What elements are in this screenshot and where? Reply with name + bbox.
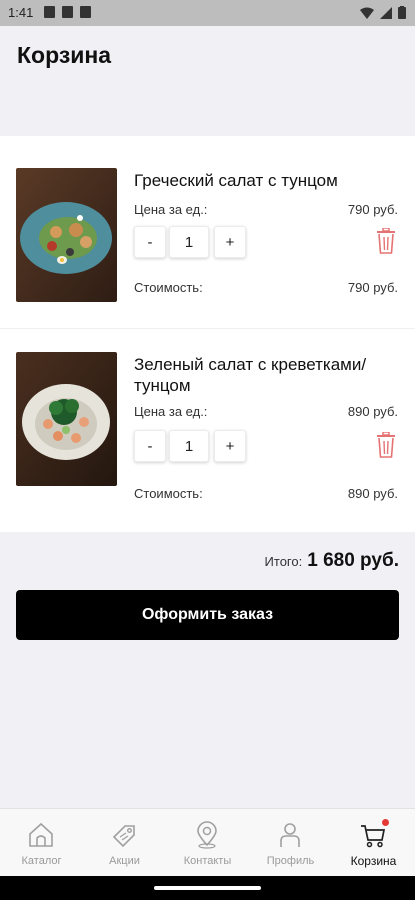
- status-bar: 1:41: [0, 0, 415, 26]
- location-pin-icon: [197, 821, 217, 849]
- cost-value: 890 руб.: [347, 486, 398, 501]
- tag-icon: [112, 825, 135, 848]
- delete-item-icon[interactable]: [376, 432, 396, 458]
- product-name[interactable]: Зеленый салат с креветками/тунцом: [134, 354, 404, 396]
- decrease-quantity-button[interactable]: -: [134, 226, 166, 258]
- signal-icon: [380, 6, 392, 19]
- unit-price-label: Цена за ед.:: [134, 202, 208, 217]
- quantity-value: 1: [169, 430, 209, 462]
- item-divider: [0, 328, 415, 329]
- cost-label: Стоимость:: [134, 486, 203, 501]
- system-navigation-bar: [0, 876, 415, 900]
- tab-promotions[interactable]: Акции: [83, 809, 166, 877]
- wifi-icon: [360, 7, 374, 19]
- system-icons: [360, 6, 406, 19]
- battery-icon: [398, 6, 406, 19]
- tab-label: Корзина: [350, 854, 397, 868]
- product-photo[interactable]: [16, 168, 117, 302]
- delete-item-icon[interactable]: [376, 228, 396, 254]
- bottom-tab-bar: Каталог Акции Контакты Профиль Корзина: [0, 808, 415, 877]
- product-photo[interactable]: [16, 352, 117, 486]
- page-title: Корзина: [17, 42, 112, 68]
- tab-catalog[interactable]: Каталог: [0, 809, 83, 877]
- increase-quantity-button[interactable]: +: [214, 226, 246, 258]
- quantity-value: 1: [169, 226, 209, 258]
- notification-icon: [44, 6, 55, 18]
- tab-contacts[interactable]: Контакты: [166, 809, 249, 877]
- cart-item: Греческий салат с тунцом Цена за ед.: 79…: [0, 168, 415, 328]
- notification-icons: [44, 6, 91, 18]
- cost-label: Стоимость:: [134, 280, 203, 295]
- unit-price-value: 790 руб.: [347, 202, 398, 217]
- user-icon: [280, 823, 300, 847]
- home-gesture-handle[interactable]: [154, 886, 261, 890]
- decrease-quantity-button[interactable]: -: [134, 430, 166, 462]
- total-label: Итого:: [264, 554, 303, 569]
- tab-cart[interactable]: Корзина: [332, 809, 415, 877]
- cart-item: Зеленый салат с креветками/тунцом Цена з…: [0, 352, 415, 512]
- notification-icon: [62, 6, 73, 18]
- total-value: 1 680 руб.: [307, 550, 399, 571]
- tab-profile[interactable]: Профиль: [249, 809, 332, 877]
- tab-label: Контакты: [183, 855, 232, 867]
- tab-label: Акции: [109, 855, 140, 867]
- home-icon: [29, 822, 53, 847]
- cart-badge: [382, 819, 389, 826]
- tab-label: Профиль: [266, 855, 315, 867]
- cost-value: 790 руб.: [347, 280, 398, 295]
- status-time: 1:41: [8, 5, 34, 20]
- checkout-button[interactable]: Оформить заказ: [16, 590, 399, 640]
- order-total: Итого: 1 680 руб.: [265, 550, 399, 572]
- unit-price-value: 890 руб.: [347, 404, 398, 419]
- cart-list: Греческий салат с тунцом Цена за ед.: 79…: [0, 136, 415, 532]
- tab-label: Каталог: [21, 855, 62, 867]
- increase-quantity-button[interactable]: +: [214, 430, 246, 462]
- product-name[interactable]: Греческий салат с тунцом: [134, 170, 404, 191]
- sim-card-icon: [80, 6, 91, 18]
- unit-price-label: Цена за ед.:: [134, 404, 208, 419]
